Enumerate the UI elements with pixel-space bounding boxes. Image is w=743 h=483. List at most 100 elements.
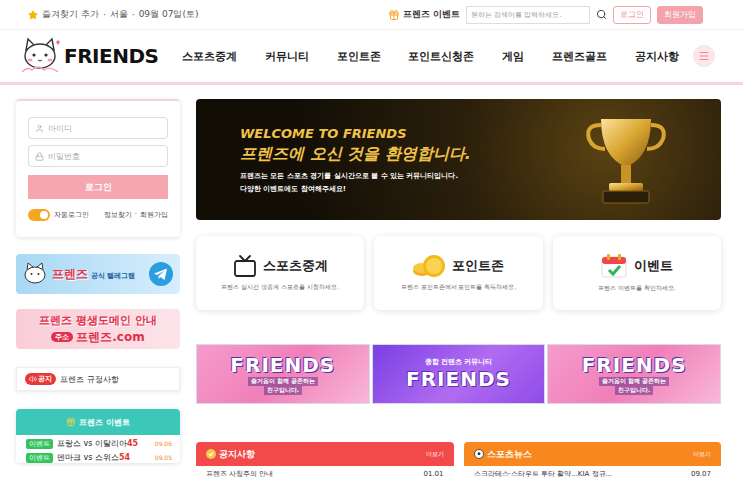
logo[interactable]: FRIENDS xyxy=(18,36,168,76)
feature-cards: 스포츠중계프렌즈 실시간 생중계 스포츠를 시청하세요.포인트존프렌즈 포인트존… xyxy=(196,236,721,310)
promo-banner[interactable]: FRIENDS즐거움이 함께 공존하는친구입니다. xyxy=(196,344,370,404)
notice-badge: 공지 xyxy=(25,373,56,385)
event-row[interactable]: 이벤트프랑스 vs 이탈리아4509.06 xyxy=(16,435,180,449)
auto-login-toggle[interactable] xyxy=(28,209,50,221)
signup-button[interactable]: 회원가입 xyxy=(657,6,703,24)
feature-desc: 프렌즈 포인트존에서 포인트를 획득하세요. xyxy=(401,283,517,292)
domain-banner-text: 프렌즈 평생도메인 안내주소프렌즈.com xyxy=(39,311,157,348)
feature-head: 이벤트 xyxy=(600,253,673,279)
promo-caption: 친구입니다. xyxy=(615,386,653,395)
notice-bar[interactable]: 공지 프렌즈 규정사항 xyxy=(16,367,180,391)
comment-count: 54 xyxy=(119,453,130,462)
promo-banner[interactable]: 종합 컨텐츠 커뮤니티FRIENDS xyxy=(372,344,546,404)
board-row[interactable]: 프렌즈 사칭주의 안내01.01 xyxy=(196,466,454,482)
user-icon xyxy=(35,124,44,133)
login-submit-button[interactable]: 로그인 xyxy=(28,175,168,199)
id-input[interactable] xyxy=(48,124,161,133)
board-row-date: 09.07 xyxy=(691,470,711,478)
board-header: 스포츠뉴스더보기 xyxy=(464,442,722,466)
board-row-title: 스크라테스·스타우트 투타 활약...KIA 정규... xyxy=(474,469,613,479)
search-icon[interactable] xyxy=(596,9,607,20)
id-field xyxy=(28,117,168,139)
hero-line: 프렌즈는 모든 스포츠 경기를 실시간으로 볼 수 있는 커뮤니티입니다. xyxy=(240,171,471,181)
event-badge: 이벤트 xyxy=(26,439,53,449)
board-row[interactable]: 스크라테스·스타우트 투타 활약...KIA 정규... 09.07 xyxy=(464,466,722,482)
nav-item[interactable]: 게임 xyxy=(502,49,524,64)
board-title: 스포츠뉴스 xyxy=(487,448,691,461)
login-footer: 자동로그인 정보찾기·회원가입 xyxy=(28,209,168,221)
feature-card[interactable]: 이벤트프렌즈 이벤트를 확인하세요. xyxy=(553,236,721,310)
nav-item[interactable]: 커뮤니티 xyxy=(265,49,309,64)
login-box: 로그인자동로그인 정보찾기·회원가입 xyxy=(16,99,180,237)
promo-banners: FRIENDS즐거움이 함께 공존하는친구입니다.종합 컨텐츠 커뮤니티FRIE… xyxy=(196,344,721,404)
more-link[interactable]: 더보기 xyxy=(693,450,711,459)
gift-icon xyxy=(388,9,400,21)
comment-count: 45 xyxy=(127,439,138,448)
main: WELCOME TO FRIENDS프렌즈에 오신 것을 환영합니다.프렌즈는 … xyxy=(196,99,721,483)
login-button[interactable]: 로그인 xyxy=(613,6,651,24)
feature-card[interactable]: 스포츠중계프렌즈 실시간 생중계 스포츠를 시청하세요. xyxy=(196,236,364,310)
event-box: 프렌즈 이벤트이벤트프랑스 vs 이탈리아4509.06이벤트덴마크 vs 스위… xyxy=(16,409,180,463)
boards: 공지사항더보기프렌즈 사칭주의 안내01.01스포츠뉴스더보기스크라테스·스타우… xyxy=(196,442,721,482)
feature-head: 포인트존 xyxy=(412,254,504,278)
feature-desc: 프렌즈 실시간 생중계 스포츠를 시청하세요. xyxy=(221,283,339,292)
more-link[interactable]: 더보기 xyxy=(426,450,444,459)
event-header: 프렌즈 이벤트 xyxy=(16,409,180,435)
password-field xyxy=(28,145,168,167)
page: 즐겨찾기 추가·서울·09월 07일(토)프렌즈 이벤트로그인회원가입FRIEN… xyxy=(0,0,743,483)
promo-title: FRIENDS xyxy=(406,367,511,391)
feature-card[interactable]: 포인트존프렌즈 포인트존에서 포인트를 획득하세요. xyxy=(374,236,542,310)
top-bar: 즐겨찾기 추가 · 서울 · 09월 07일(토) 프렌즈 이벤트 로그인 회원가입 xyxy=(0,0,743,30)
feature-title: 스포츠중계 xyxy=(263,257,328,275)
separator: · xyxy=(103,10,106,20)
promo-caption: 즐거움이 함께 공존하는 xyxy=(599,377,669,386)
tv-icon xyxy=(233,254,257,278)
domain-banner[interactable]: 프렌즈 평생도메인 안내주소프렌즈.com xyxy=(16,309,180,349)
hero-banner: WELCOME TO FRIENDS프렌즈에 오신 것을 환영합니다.프렌즈는 … xyxy=(196,99,721,220)
search-input[interactable] xyxy=(471,11,585,19)
hero-title: 프렌즈에 오신 것을 환영합니다. xyxy=(240,144,471,165)
telegram-banner[interactable]: 프렌즈공식 텔레그램 xyxy=(16,254,180,294)
feature-title: 포인트존 xyxy=(452,257,504,275)
signup-link[interactable]: 회원가입 xyxy=(140,210,168,220)
account-links: 정보찾기·회원가입 xyxy=(104,210,168,220)
hamburger-icon xyxy=(698,50,710,62)
board-row-date: 01.01 xyxy=(423,470,443,478)
calendar-icon xyxy=(600,253,628,279)
nav-item[interactable]: 포인트신청존 xyxy=(408,49,474,64)
search-box xyxy=(466,6,590,24)
gift-icon xyxy=(66,417,76,427)
feature-title: 이벤트 xyxy=(634,257,673,275)
promo-title: FRIENDS xyxy=(230,353,335,377)
event-badge: 이벤트 xyxy=(26,453,53,463)
nav-item[interactable]: 스포츠중계 xyxy=(182,49,237,64)
date: 09월 07일(토) xyxy=(139,8,199,21)
logo-text: FRIENDS xyxy=(64,44,158,68)
nav-bar: FRIENDS 스포츠중계 커뮤니티 포인트존 포인트신청존 게임 프렌즈골프 공지사항 xyxy=(0,30,743,85)
toggle-knob xyxy=(40,211,48,219)
feature-desc: 프렌즈 이벤트를 확인하세요. xyxy=(598,284,676,293)
separator: · xyxy=(132,10,135,20)
event-date: 09.05 xyxy=(155,454,172,461)
auto-login[interactable]: 자동로그인 xyxy=(28,209,89,221)
find-info-link[interactable]: 정보찾기 xyxy=(104,210,132,220)
address-badge: 주소 xyxy=(51,332,73,342)
event-row[interactable]: 이벤트덴마크 vs 스위스5409.05 xyxy=(16,449,180,463)
bell-icon xyxy=(206,449,216,459)
city: 서울 xyxy=(110,8,128,21)
board-title: 공지사항 xyxy=(219,448,423,461)
menu-button[interactable] xyxy=(693,45,715,67)
notice-text: 프렌즈 규정사항 xyxy=(60,374,119,385)
content: 로그인자동로그인 정보찾기·회원가입프렌즈공식 텔레그램프렌즈 평생도메인 안내주… xyxy=(0,85,743,483)
nav-item[interactable]: 포인트존 xyxy=(337,49,381,64)
cat-logo-icon xyxy=(18,36,62,76)
nav-item[interactable]: 공지사항 xyxy=(635,49,679,64)
favorite-link[interactable]: 즐겨찾기 추가 xyxy=(42,8,99,21)
event-link[interactable]: 프렌즈 이벤트 xyxy=(388,8,460,21)
promo-banner[interactable]: FRIENDS즐거움이 함께 공존하는친구입니다. xyxy=(547,344,721,404)
sidebar: 로그인자동로그인 정보찾기·회원가입프렌즈공식 텔레그램프렌즈 평생도메인 안내주… xyxy=(16,99,180,483)
star-icon xyxy=(28,10,38,20)
nav-item[interactable]: 프렌즈골프 xyxy=(552,49,607,64)
password-input[interactable] xyxy=(48,152,161,161)
promo-caption: 즐거움이 함께 공존하는 xyxy=(248,377,318,386)
